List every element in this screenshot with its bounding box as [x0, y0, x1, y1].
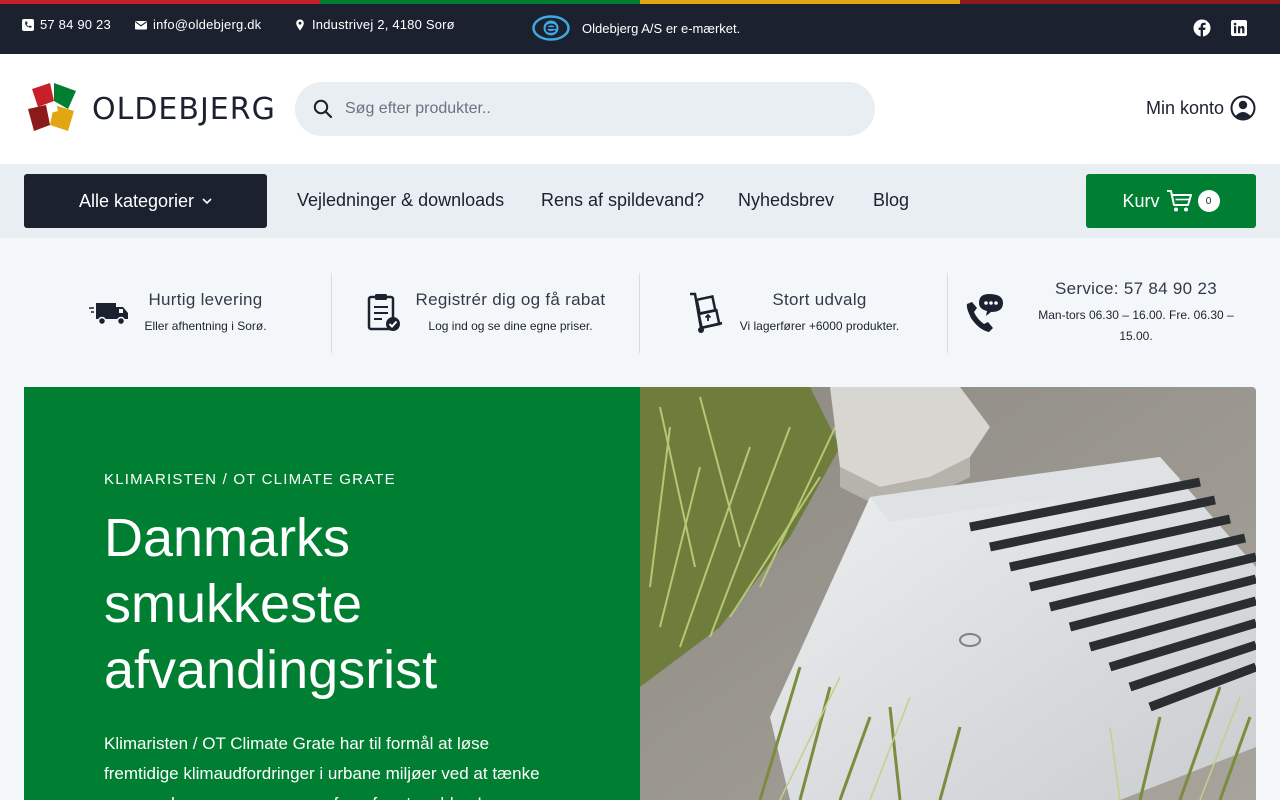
facebook-icon[interactable]	[1193, 19, 1211, 37]
all-categories-label: Alle kategorier	[78, 190, 195, 211]
nav-link-newsletter[interactable]: Nyhedsbrev	[738, 190, 834, 211]
phone-icon	[22, 18, 34, 31]
map-pin-icon	[296, 19, 304, 30]
usp-title[interactable]: Service: 57 84 90 23	[1031, 279, 1241, 299]
usp-item: Hurtig levering Eller afhentning i Sorø.	[24, 273, 332, 353]
main-nav: Alle kategorier Vejledninger & downloads…	[0, 164, 1280, 238]
usp-subtitle: Log ind og se dine egne priser.	[428, 318, 593, 333]
usp-item[interactable]: Service: 57 84 90 23 Man-tors 06.30 – 16…	[948, 273, 1256, 353]
search-input[interactable]	[345, 100, 825, 118]
topbar-address-text: Industrivej 2, 4180 Sorø	[312, 17, 455, 32]
delivery-truck-icon	[89, 303, 129, 326]
brand-name: OLDEBJERG	[92, 91, 276, 127]
clipboard-check-icon	[367, 294, 400, 331]
hero-eyebrow: KLIMARISTEN / OT CLIMATE GRATE	[104, 471, 396, 488]
color-stripe	[0, 0, 1280, 4]
account-label: Min konto	[1145, 97, 1224, 118]
cart-count-badge: 0	[1197, 190, 1220, 212]
nav-link-blog[interactable]: Blog	[873, 190, 909, 211]
search-bar[interactable]	[295, 82, 875, 136]
usp-row: Hurtig levering Eller afhentning i Sorø.…	[24, 273, 1256, 353]
nav-link-guides[interactable]: Vejledninger & downloads	[297, 190, 504, 211]
cart-label: Kurv	[1122, 190, 1160, 211]
hero-image-grate	[640, 387, 1256, 800]
hero-heading: Danmarks smukkeste afvandingsrist	[104, 508, 438, 700]
envelope-icon	[135, 20, 147, 29]
cart-button[interactable]: Kurv 0	[1086, 174, 1256, 228]
topbar-email[interactable]: info@oldebjerg.dk	[135, 17, 261, 32]
emark-logo-icon	[532, 15, 570, 41]
user-circle-icon	[1230, 95, 1256, 121]
usp-title: Hurtig levering	[148, 289, 263, 309]
usp-title: Registrér dig og få rabat	[415, 289, 606, 309]
usp-item: Registrér dig og få rabat Log ind og se …	[332, 273, 640, 353]
linkedin-icon[interactable]	[1231, 20, 1247, 36]
topbar-phone-text: 57 84 90 23	[40, 17, 111, 32]
site-header: OLDEBJERG Min konto	[0, 54, 1280, 164]
nav-link-wastewater[interactable]: Rens af spildevand?	[541, 190, 704, 211]
account-link[interactable]: Min konto	[1146, 95, 1256, 121]
emark-badge[interactable]: Oldebjerg A/S er e-mærket.	[532, 15, 740, 41]
hero-text-panel: KLIMARISTEN / OT CLIMATE GRATE Danmarks …	[24, 387, 640, 800]
hero-body: Klimaristen / OT Climate Grate har til f…	[104, 734, 540, 800]
all-categories-button[interactable]: Alle kategorier	[24, 174, 267, 228]
drainage-grate-photo	[640, 387, 1256, 800]
site-logo[interactable]: OLDEBJERG	[24, 81, 276, 137]
search-icon[interactable]	[313, 99, 333, 119]
usp-title: Stort udvalg	[772, 289, 867, 309]
topbar-phone[interactable]: 57 84 90 23	[22, 17, 111, 32]
oldebjerg-logo-icon	[28, 83, 76, 131]
phone-chat-icon	[966, 294, 1003, 332]
topbar-email-text: info@oldebjerg.dk	[153, 17, 262, 32]
usp-item: Stort udvalg Vi lagerfører +6000 produkt…	[640, 273, 948, 353]
emark-text: Oldebjerg A/S er e-mærket.	[582, 20, 741, 36]
top-bar: 57 84 90 23 info@oldebjerg.dk Industrive…	[0, 0, 1280, 54]
usp-subtitle: Vi lagerfører +6000 produkter.	[739, 318, 900, 333]
usp-subtitle: Eller afhentning i Sorø.	[144, 318, 267, 333]
usp-subtitle: Man-tors 06.30 – 16.00. Fre. 06.30 – 15.…	[1038, 308, 1234, 343]
shopping-cart-icon	[1166, 190, 1192, 212]
hand-truck-icon	[689, 292, 723, 333]
topbar-address: Industrivej 2, 4180 Sorø	[294, 17, 455, 32]
chevron-down-icon	[202, 198, 212, 205]
hero-banner: KLIMARISTEN / OT CLIMATE GRATE Danmarks …	[24, 387, 1256, 800]
